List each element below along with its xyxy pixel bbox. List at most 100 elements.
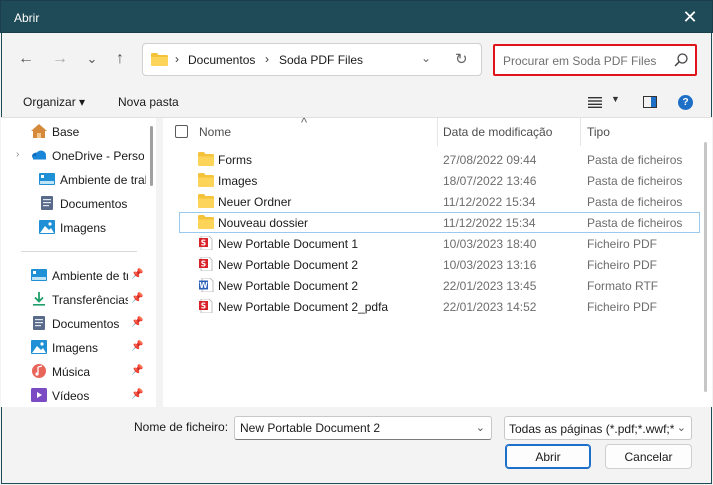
file-name: Nouveau dossier [218, 216, 309, 230]
sidebar-item-label: Música [52, 365, 91, 379]
file-type: Pasta de ficheiros [587, 174, 683, 188]
file-name: Images [218, 174, 258, 188]
sidebar-item-onedrive-documents[interactable]: Documentos [1, 193, 146, 213]
cancel-button[interactable]: Cancelar [605, 444, 692, 469]
pictures-icon [39, 220, 55, 234]
svg-text:S: S [201, 302, 206, 311]
column-header-date[interactable]: Data de modificação [443, 118, 579, 146]
close-icon[interactable]: ✕ [668, 1, 712, 33]
breadcrumb-soda-pdf-files[interactable]: Soda PDF Files [279, 53, 363, 67]
sidebar-item-label: Ambiente de trabalho [60, 173, 146, 187]
sidebar-item-documents[interactable]: Documentos 📌 [1, 313, 146, 333]
file-type: Pasta de ficheiros [587, 195, 683, 209]
sidebar-item-base[interactable]: Base [1, 121, 146, 141]
file-type: Formato RTF [587, 279, 659, 293]
pin-icon[interactable]: 📌 [131, 269, 143, 280]
filename-input[interactable] [240, 420, 460, 436]
download-icon [33, 292, 45, 306]
column-header-label: Nome [199, 125, 232, 139]
file-name: New Portable Document 2 [218, 258, 359, 272]
folder-icon [198, 173, 214, 187]
file-type: Ficheiro PDF [587, 300, 658, 314]
file-row-pdf[interactable]: S New Portable Document 1 10/03/2023 18:… [179, 233, 700, 254]
chevron-down-icon[interactable]: ⌄ [677, 421, 686, 434]
select-all-checkbox[interactable] [175, 125, 188, 138]
title-bar: Abrir ✕ [0, 0, 713, 33]
recent-locations-button[interactable]: ⌄ [80, 47, 104, 71]
scrollbar-thumb[interactable] [150, 126, 153, 186]
address-dropdown-icon[interactable]: ⌄ [421, 51, 431, 65]
breadcrumb-documentos[interactable]: Documentos [188, 53, 255, 67]
chevron-down-icon[interactable]: ⌄ [476, 421, 485, 434]
file-name: New Portable Document 1 [218, 237, 359, 251]
svg-text:S: S [201, 260, 206, 269]
videos-icon [31, 388, 47, 402]
back-button[interactable]: ← [14, 47, 38, 71]
address-bar[interactable]: › Documentos › Soda PDF Files ⌄ ↻ [142, 43, 482, 76]
file-type: Ficheiro PDF [587, 237, 658, 251]
search-icon[interactable] [673, 52, 689, 68]
column-header-label: Data de modificação [443, 125, 553, 139]
file-type-filter[interactable]: Todas as páginas (*.pdf;*.wwf;*. ⌄ [504, 416, 692, 440]
column-header-name[interactable]: Nome [197, 118, 435, 146]
pin-icon[interactable]: 📌 [131, 317, 143, 328]
view-list-icon[interactable] [588, 96, 602, 108]
file-date: 22/01/2023 14:52 [443, 300, 537, 314]
pin-icon[interactable]: 📌 [131, 293, 143, 304]
forward-button[interactable]: → [48, 47, 72, 71]
file-type: Ficheiro PDF [587, 258, 658, 272]
file-row-rtf[interactable]: W New Portable Document 2 22/01/2023 13:… [179, 275, 700, 296]
file-row-pdf[interactable]: S New Portable Document 2_pdfa 22/01/202… [179, 296, 700, 317]
navigation-pane: Base › OneDrive - Personal Ambiente de t… [1, 118, 156, 407]
file-date: 10/03/2023 18:40 [443, 237, 537, 251]
sidebar-item-desktop[interactable]: Ambiente de trabalho 📌 [1, 265, 146, 285]
file-list-scrollbar[interactable] [700, 118, 712, 407]
view-dropdown-icon[interactable]: ▼ [611, 94, 620, 104]
refresh-icon[interactable]: ↻ [455, 50, 468, 68]
pdf-icon: S [199, 236, 213, 250]
file-date: 11/12/2022 15:34 [443, 195, 536, 209]
sidebar-item-videos[interactable]: Vídeos 📌 [1, 385, 146, 405]
scrollbar-thumb[interactable] [704, 142, 707, 392]
file-row-forms[interactable]: Forms 27/08/2022 09:44 Pasta de ficheiro… [179, 149, 700, 170]
folder-icon [198, 215, 214, 229]
sidebar-item-music[interactable]: Música 📌 [1, 361, 146, 381]
new-folder-button[interactable]: Nova pasta [118, 95, 179, 109]
organize-menu-button[interactable]: Organizar ▾ [23, 95, 85, 109]
file-row-nouveau-dossier[interactable]: Nouveau dossier 11/12/2022 15:34 Pasta d… [179, 212, 700, 233]
sidebar-item-label: OneDrive - Personal [52, 149, 144, 163]
preview-pane-icon[interactable] [643, 96, 657, 108]
up-button[interactable]: ↑ [108, 47, 132, 71]
help-icon[interactable]: ? [678, 95, 693, 110]
sidebar-item-onedrive-pictures[interactable]: Imagens [1, 217, 146, 237]
sidebar-item-label: Ambiente de trabalho [52, 269, 128, 283]
folder-icon [198, 152, 214, 166]
column-header-type[interactable]: Tipo [587, 118, 697, 146]
search-input[interactable] [503, 52, 668, 70]
sidebar-scrollbar[interactable] [147, 118, 157, 407]
documents-icon [33, 316, 45, 330]
sidebar-item-pictures[interactable]: Imagens 📌 [1, 337, 146, 357]
pin-icon[interactable]: 📌 [131, 341, 143, 352]
word-icon: W [199, 278, 214, 292]
column-divider[interactable] [580, 118, 581, 146]
open-button[interactable]: Abrir [505, 444, 591, 469]
breadcrumb-separator: › [175, 52, 179, 66]
filename-combobox[interactable]: ⌄ [234, 416, 492, 440]
file-name: New Portable Document 2 [218, 279, 359, 293]
file-name: New Portable Document 2_pdfa [218, 300, 389, 314]
file-type-filter-value: Todas as páginas (*.pdf;*.wwf;*. [509, 422, 674, 436]
file-row-images[interactable]: Images 18/07/2022 13:46 Pasta de ficheir… [179, 170, 700, 191]
chevron-right-icon[interactable]: › [16, 149, 19, 160]
search-box[interactable] [493, 44, 697, 76]
column-divider[interactable] [437, 118, 438, 146]
cloud-icon [32, 150, 46, 160]
desktop-icon [31, 269, 47, 281]
sidebar-item-downloads[interactable]: Transferências 📌 [1, 289, 146, 309]
pin-icon[interactable]: 📌 [131, 365, 143, 376]
pin-icon[interactable]: 📌 [131, 389, 143, 400]
file-row-pdf[interactable]: S New Portable Document 2 10/03/2023 13:… [179, 254, 700, 275]
sidebar-item-onedrive-desktop[interactable]: Ambiente de trabalho [1, 169, 146, 189]
file-row-neuer-ordner[interactable]: Neuer Ordner 11/12/2022 15:34 Pasta de f… [179, 191, 700, 212]
sidebar-item-onedrive[interactable]: › OneDrive - Personal [1, 145, 146, 165]
